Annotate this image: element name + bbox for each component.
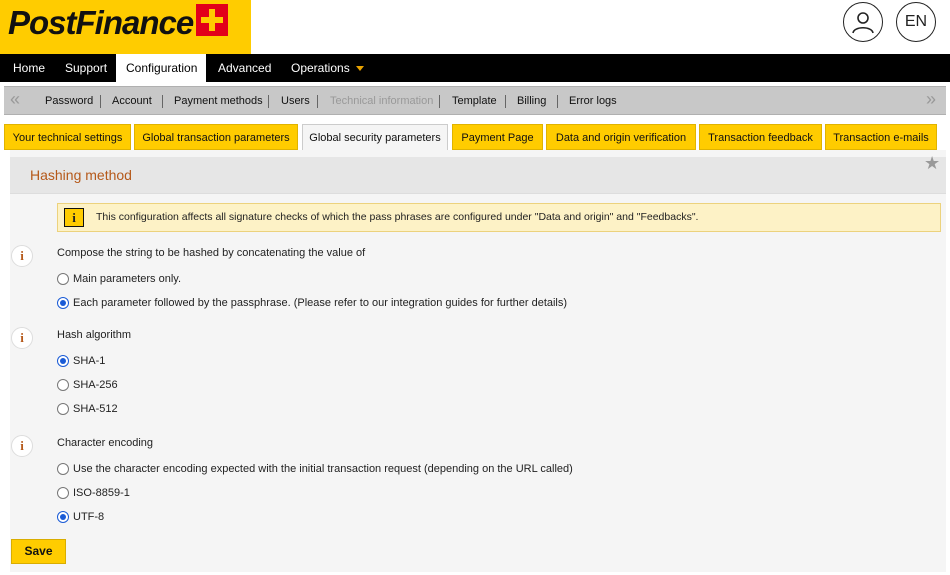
- subnav-payment-methods[interactable]: Payment methods: [174, 87, 263, 115]
- subnav-error-logs[interactable]: Error logs: [569, 87, 617, 115]
- radio-sha-1[interactable]: SHA-1: [57, 355, 105, 367]
- star-icon[interactable]: ★: [924, 153, 940, 174]
- tab-data-and-origin-verification[interactable]: Data and origin verification: [546, 124, 696, 150]
- info-icon[interactable]: i: [11, 245, 33, 267]
- section-title: Hashing method: [30, 167, 132, 183]
- alert-text: This configuration affects all signature…: [96, 211, 699, 223]
- radio-button[interactable]: [57, 403, 69, 415]
- logo-text: PostFinance: [8, 4, 194, 41]
- subnav-password[interactable]: Password: [45, 87, 93, 115]
- sub-navigation: « Password Account Payment methods Users…: [4, 86, 946, 115]
- subnav-account[interactable]: Account: [112, 87, 152, 115]
- radio-each-parameter-passphrase[interactable]: Each parameter followed by the passphras…: [57, 297, 567, 309]
- nav-item-home[interactable]: Home: [0, 54, 54, 82]
- radio-encoding-initial-request[interactable]: Use the character encoding expected with…: [57, 463, 573, 475]
- tab-global-security-parameters[interactable]: Global security parameters: [302, 124, 448, 152]
- hash-algorithm-label: Hash algorithm: [57, 329, 131, 341]
- radio-button[interactable]: [57, 297, 69, 309]
- nav-item-operations[interactable]: Operations: [281, 54, 366, 82]
- settings-tabs: Your technical settings Global transacti…: [0, 124, 950, 152]
- divider: [557, 95, 558, 108]
- radio-iso-8859-1[interactable]: ISO-8859-1: [57, 487, 130, 499]
- scroll-right-icon[interactable]: »: [926, 89, 936, 110]
- scroll-left-icon[interactable]: «: [10, 89, 20, 110]
- radio-utf-8[interactable]: UTF-8: [57, 511, 104, 523]
- language-switcher[interactable]: EN: [896, 2, 936, 42]
- radio-button[interactable]: [57, 487, 69, 499]
- divider: [162, 95, 163, 108]
- divider: [439, 95, 440, 108]
- swiss-cross-icon: [196, 4, 228, 36]
- radio-button[interactable]: [57, 379, 69, 391]
- radio-sha-256[interactable]: SHA-256: [57, 379, 118, 391]
- radio-button[interactable]: [57, 355, 69, 367]
- logo[interactable]: PostFinance: [0, 0, 251, 54]
- user-account-icon[interactable]: [843, 2, 883, 42]
- compose-label: Compose the string to be hashed by conca…: [57, 247, 366, 259]
- radio-button[interactable]: [57, 511, 69, 523]
- radio-main-parameters-only[interactable]: Main parameters only.: [57, 273, 181, 285]
- nav-item-configuration[interactable]: Configuration: [116, 54, 206, 100]
- tab-transaction-feedback[interactable]: Transaction feedback: [699, 124, 822, 150]
- radio-sha-512[interactable]: SHA-512: [57, 403, 118, 415]
- main-navigation: Home Support Configuration Advanced Oper…: [0, 54, 950, 100]
- divider: [100, 95, 101, 108]
- divider: [317, 95, 318, 108]
- header: PostFinance EN: [0, 0, 950, 54]
- subnav-technical-information: Technical information: [330, 95, 434, 107]
- subnav-template[interactable]: Template: [452, 87, 497, 115]
- info-icon: i: [64, 208, 84, 227]
- tab-transaction-emails[interactable]: Transaction e-mails: [825, 124, 937, 150]
- nav-item-advanced[interactable]: Advanced: [206, 54, 281, 100]
- character-encoding-label: Character encoding: [57, 437, 154, 449]
- save-button[interactable]: Save: [11, 539, 66, 564]
- radio-button[interactable]: [57, 463, 69, 475]
- tab-your-technical-settings[interactable]: Your technical settings: [4, 124, 131, 150]
- divider: [505, 95, 506, 108]
- info-icon[interactable]: i: [11, 435, 33, 457]
- subnav-billing[interactable]: Billing: [517, 87, 546, 115]
- nav-item-support[interactable]: Support: [54, 54, 116, 82]
- section-header: [10, 157, 946, 194]
- divider: [268, 95, 269, 108]
- subnav-users[interactable]: Users: [281, 87, 310, 115]
- tab-global-transaction-parameters[interactable]: Global transaction parameters: [134, 124, 298, 150]
- tab-payment-page[interactable]: Payment Page: [452, 124, 543, 150]
- info-icon[interactable]: i: [11, 327, 33, 349]
- chevron-down-icon: [355, 66, 364, 72]
- radio-button[interactable]: [57, 273, 69, 285]
